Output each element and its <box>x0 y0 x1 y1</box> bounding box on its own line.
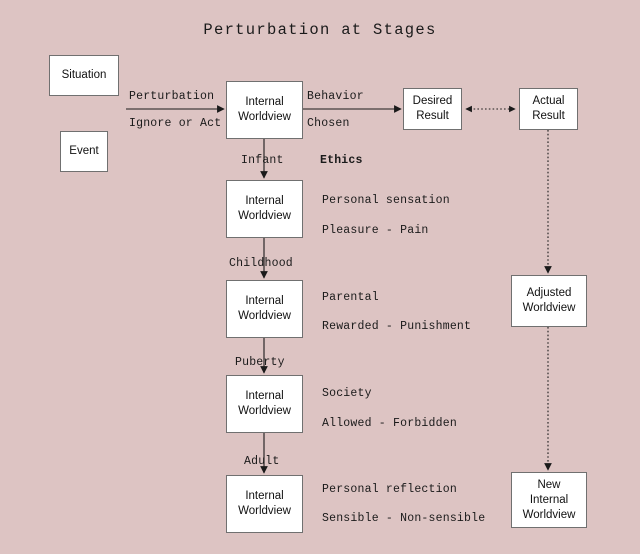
node-actual-result-line2: Result <box>532 110 565 122</box>
node-worldview-top[interactable]: Internal Worldview <box>226 81 303 139</box>
node-worldview-adult[interactable]: Internal Worldview <box>226 475 303 533</box>
node-situation-label: Situation <box>61 69 107 81</box>
node-worldview-childhood-line2: Worldview <box>238 310 291 322</box>
node-worldview-infant[interactable]: Internal Worldview <box>226 180 303 238</box>
diagram-title: Perturbation at Stages <box>203 21 437 39</box>
edge-label-ignore-or-act: Ignore or Act <box>129 117 222 130</box>
node-new-internal-worldview-line3: Worldview <box>522 508 576 521</box>
node-new-internal-worldview-line1: New <box>537 478 561 491</box>
annotation-stage-polarity-2: Allowed - Forbidden <box>322 417 457 430</box>
node-worldview-top-line2: Worldview <box>238 111 291 123</box>
node-event-label: Event <box>69 145 99 157</box>
edge-label-behavior: Behavior <box>307 90 364 103</box>
edge-label-puberty: Puberty <box>235 356 285 369</box>
node-worldview-puberty-line1: Internal <box>245 390 284 402</box>
annotation-stage-source-2: Society <box>322 387 372 400</box>
diagram-canvas: Perturbation at Stages Situation Event I… <box>0 0 640 554</box>
edge-label-childhood: Childhood <box>229 257 293 270</box>
node-adjusted-worldview[interactable]: Adjusted Worldview <box>511 275 587 327</box>
node-worldview-infant-line1: Internal <box>245 195 284 207</box>
node-desired-result-line1: Desired <box>412 95 453 107</box>
node-adjusted-worldview-line1: Adjusted <box>526 287 572 299</box>
node-worldview-childhood-line1: Internal <box>245 295 284 307</box>
node-worldview-adult-line1: Internal <box>245 490 284 502</box>
node-worldview-top-line1: Internal <box>245 96 284 108</box>
node-event[interactable]: Event <box>60 131 108 172</box>
edge-label-adult: Adult <box>244 455 280 468</box>
annotation-stage-polarity-0: Pleasure - Pain <box>322 224 429 237</box>
annotation-stage-source-0: Personal sensation <box>322 194 450 207</box>
node-actual-result[interactable]: Actual Result <box>519 88 578 130</box>
node-actual-result-line1: Actual <box>532 95 565 107</box>
node-desired-result[interactable]: Desired Result <box>403 88 462 130</box>
annotation-stage-source-1: Parental <box>322 291 379 304</box>
node-new-internal-worldview[interactable]: New Internal Worldview <box>511 472 587 528</box>
annotation-stage-polarity-3: Sensible - Non-sensible <box>322 512 486 525</box>
node-new-internal-worldview-line2: Internal <box>529 493 569 506</box>
node-worldview-puberty[interactable]: Internal Worldview <box>226 375 303 433</box>
node-worldview-childhood[interactable]: Internal Worldview <box>226 280 303 338</box>
node-adjusted-worldview-line2: Worldview <box>522 302 576 314</box>
node-situation[interactable]: Situation <box>49 55 119 96</box>
annotation-stage-polarity-1: Rewarded - Punishment <box>322 320 472 333</box>
annotation-ethics-heading: Ethics <box>320 154 363 167</box>
edge-label-perturbation: Perturbation <box>129 90 215 103</box>
edge-label-infant: Infant <box>241 154 284 167</box>
node-worldview-puberty-line2: Worldview <box>238 405 291 417</box>
annotation-stage-source-3: Personal reflection <box>322 483 457 496</box>
edge-label-chosen: Chosen <box>307 117 350 130</box>
node-worldview-adult-line2: Worldview <box>238 505 291 517</box>
node-desired-result-line2: Result <box>416 110 449 122</box>
node-worldview-infant-line2: Worldview <box>238 210 291 222</box>
